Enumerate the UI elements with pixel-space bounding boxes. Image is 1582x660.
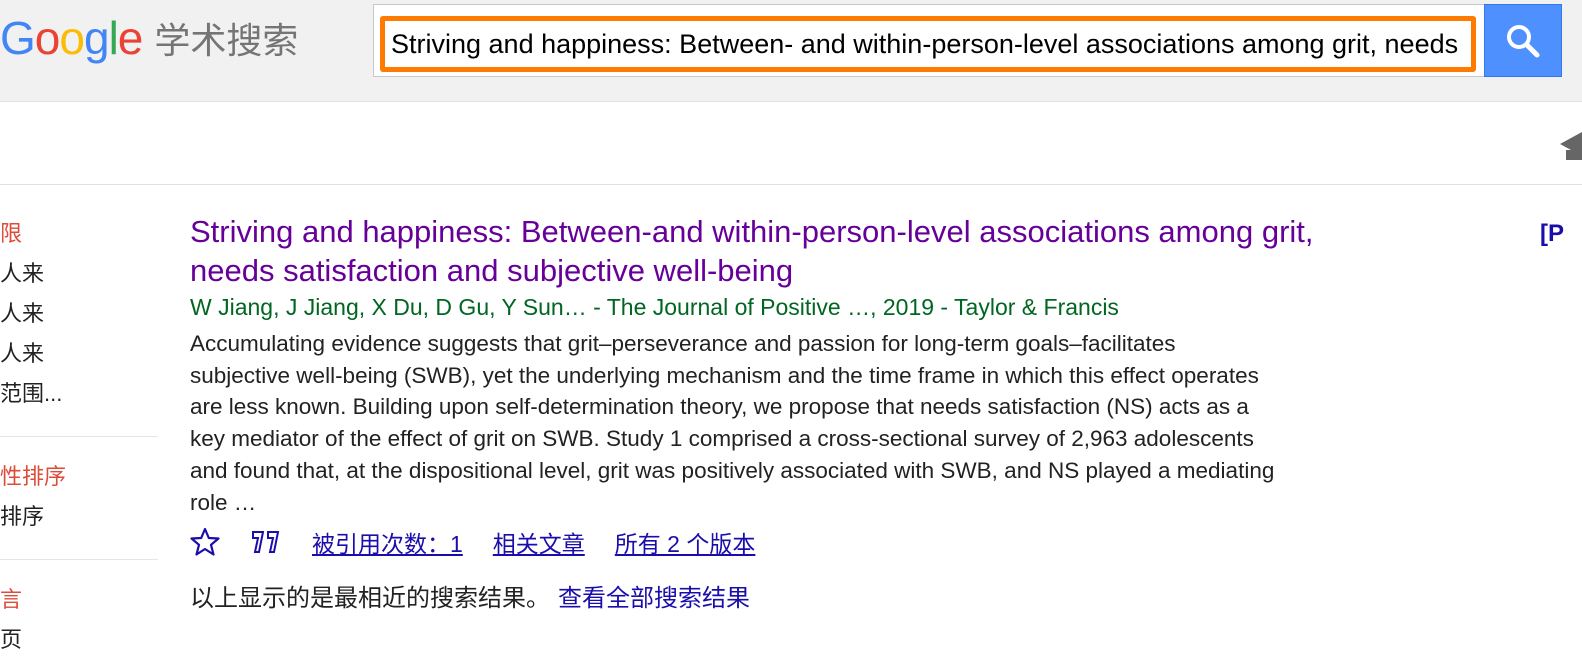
logo-letter: e [117, 12, 144, 64]
sidebar-item-any-language[interactable]: 言 [0, 580, 158, 620]
logo-subtitle: 学术搜索 [154, 21, 299, 62]
sidebar-item-any-time[interactable]: 限 [0, 214, 158, 254]
sidebar-item-sort-date[interactable]: 排序 [0, 497, 158, 537]
logo-letter: o [34, 12, 61, 64]
result-actions: 被引用次数：1 相关文章 所有 2 个版本 [190, 522, 1360, 562]
sidebar-item-since-year[interactable]: 人来 [0, 334, 158, 374]
search-input[interactable] [380, 16, 1476, 72]
cited-by-link[interactable]: 被引用次数：1 [312, 525, 463, 559]
logo-letter: G [0, 12, 36, 64]
view-all-results-link[interactable]: 查看全部搜索结果 [558, 585, 750, 612]
sidebar-item-sort-relevance[interactable]: 性排序 [0, 457, 158, 497]
toolbar-row [0, 102, 1582, 185]
search-result: Striving and happiness: Between-and with… [190, 212, 1360, 562]
sidebar-item-since-year[interactable]: 人来 [0, 254, 158, 294]
closest-results-notice: 以上显示的是最相近的搜索结果。 查看全部搜索结果 [190, 578, 750, 613]
logo-letter: o [59, 12, 85, 64]
related-articles-link[interactable]: 相关文章 [493, 525, 585, 559]
search-button[interactable] [1484, 4, 1562, 77]
header-bar: Google 学术搜索 [0, 0, 1582, 102]
notice-text: 以上显示的是最相近的搜索结果。 [190, 585, 550, 612]
left-sidebar: 限 人来 人来 人来 范围... 性排序 排序 言 页 [0, 214, 158, 660]
pdf-link[interactable]: [P [1540, 220, 1564, 248]
google-wordmark: Google [0, 11, 144, 65]
search-icon [1507, 24, 1540, 57]
result-snippet: Accumulating evidence suggests that grit… [190, 331, 1275, 515]
cite-quote-icon[interactable] [250, 529, 282, 555]
logo-letter: l [108, 12, 119, 64]
sidebar-item-chinese-pages[interactable]: 页 [0, 620, 158, 660]
result-title-link[interactable]: Striving and happiness: Between-and with… [190, 212, 1360, 290]
all-versions-link[interactable]: 所有 2 个版本 [615, 525, 756, 559]
google-scholar-logo[interactable]: Google 学术搜索 [0, 12, 298, 64]
sidebar-item-since-year[interactable]: 人来 [0, 294, 158, 334]
sidebar-item-custom-range[interactable]: 范围... [0, 374, 158, 414]
save-star-icon[interactable] [190, 527, 220, 557]
result-authors-source: W Jiang, J Jiang, X Du, D Gu, Y Sun… - T… [190, 294, 1119, 320]
graduation-cap-icon[interactable] [1552, 126, 1582, 166]
logo-letter: g [83, 12, 110, 64]
